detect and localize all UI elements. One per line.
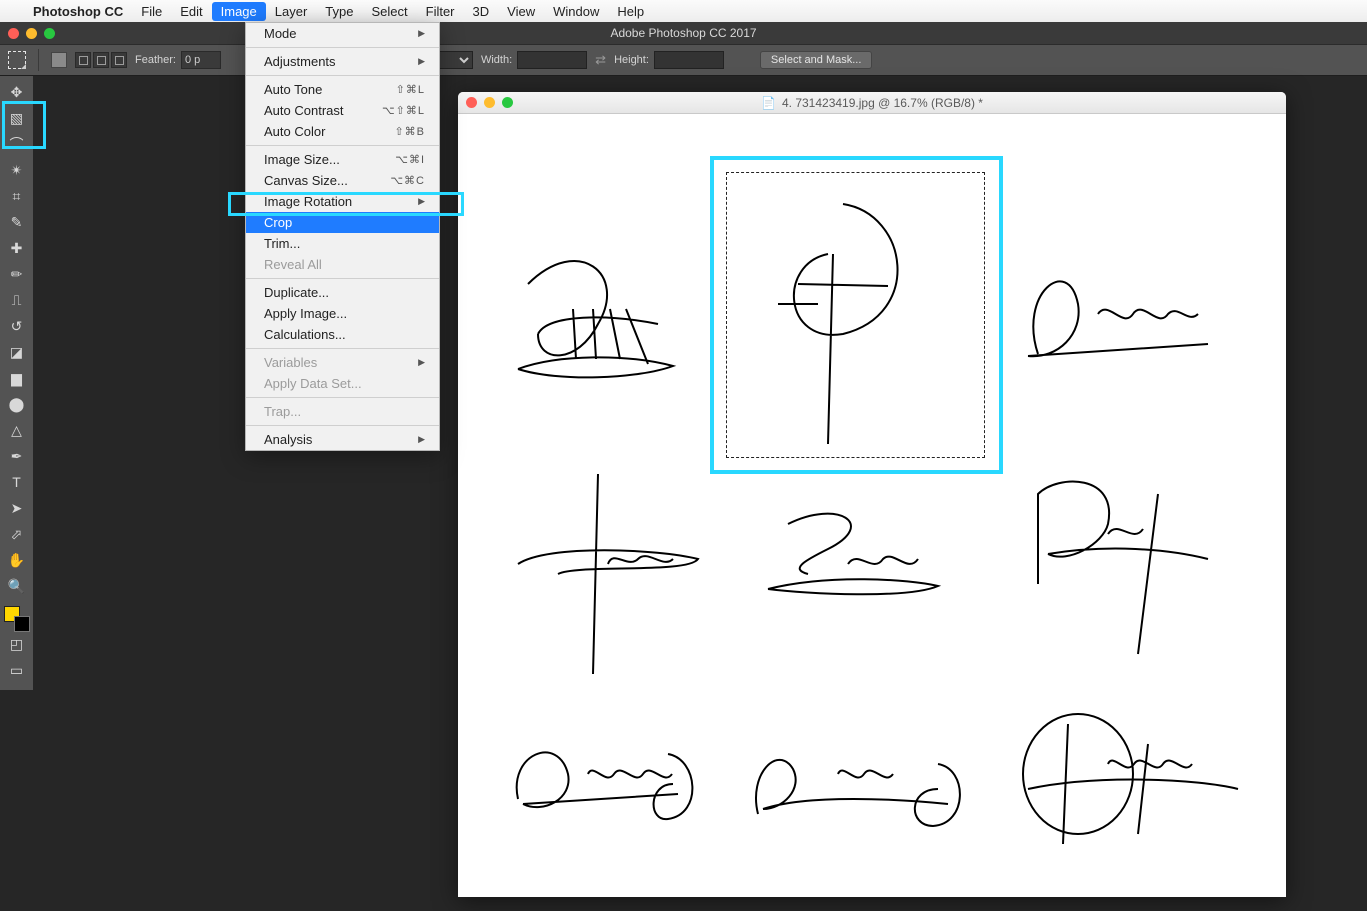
doc-close-icon[interactable]: [466, 97, 477, 108]
intersect-selection-icon[interactable]: [111, 52, 127, 68]
mac-menubar: Photoshop CC File Edit Image Layer Type …: [0, 0, 1367, 22]
type-tool-icon[interactable]: T: [4, 470, 30, 494]
doc-minimize-icon[interactable]: [484, 97, 495, 108]
menu-item-reveal-all: Reveal All: [246, 254, 439, 275]
menu-3d[interactable]: 3D: [464, 2, 499, 21]
canvas[interactable]: [458, 114, 1286, 897]
gradient-tool-icon[interactable]: ▆: [4, 366, 30, 390]
brush-tool-icon[interactable]: ✏: [4, 262, 30, 286]
path-selection-tool-icon[interactable]: ➤: [4, 496, 30, 520]
pen-tool-icon[interactable]: ✒: [4, 444, 30, 468]
dodge-tool-icon[interactable]: △: [4, 418, 30, 442]
feather-input[interactable]: [181, 51, 221, 69]
menu-item-calculations[interactable]: Calculations...: [246, 324, 439, 345]
menu-item-trap: Trap...: [246, 401, 439, 422]
document-file-icon: 📄: [761, 96, 776, 110]
clone-stamp-tool-icon[interactable]: ⎍: [4, 288, 30, 312]
menu-item-canvas-size[interactable]: Canvas Size...⌥⌘C: [246, 170, 439, 191]
color-swatches[interactable]: [4, 606, 30, 632]
menu-item-auto-tone[interactable]: Auto Tone⇧⌘L: [246, 79, 439, 100]
history-brush-tool-icon[interactable]: ↺: [4, 314, 30, 338]
eyedropper-tool-icon[interactable]: ✎: [4, 210, 30, 234]
blur-tool-icon[interactable]: ⬤: [4, 392, 30, 416]
maximize-window-icon[interactable]: [44, 28, 55, 39]
hand-tool-icon[interactable]: ✋: [4, 548, 30, 572]
close-window-icon[interactable]: [8, 28, 19, 39]
signature-6: [1008, 464, 1228, 664]
feather-label: Feather:: [135, 54, 176, 66]
menu-item-image-size[interactable]: Image Size...⌥⌘I: [246, 149, 439, 170]
menu-item-analysis[interactable]: Analysis: [246, 429, 439, 450]
menu-view[interactable]: View: [498, 2, 544, 21]
tool-palette: ✥▧⌒✴⌗✎✚✏⎍↺◪▆⬤△✒T➤⬀✋🔍 ◰ ▭: [0, 76, 33, 690]
eraser-tool-icon[interactable]: ◪: [4, 340, 30, 364]
magic-wand-tool-icon[interactable]: ✴: [4, 158, 30, 182]
signature-9: [998, 694, 1248, 854]
healing-brush-tool-icon[interactable]: ✚: [4, 236, 30, 260]
menu-item-duplicate[interactable]: Duplicate...: [246, 282, 439, 303]
menu-item-auto-color[interactable]: Auto Color⇧⌘B: [246, 121, 439, 142]
menu-window[interactable]: Window: [544, 2, 608, 21]
document-window: 📄 4. 731423419.jpg @ 16.7% (RGB/8) *: [458, 92, 1286, 897]
height-label: Height:: [614, 54, 649, 66]
menu-help[interactable]: Help: [608, 2, 653, 21]
menu-file[interactable]: File: [132, 2, 171, 21]
signature-4: [498, 464, 708, 684]
menu-item-variables: Variables: [246, 352, 439, 373]
document-titlebar[interactable]: 📄 4. 731423419.jpg @ 16.7% (RGB/8) *: [458, 92, 1286, 114]
add-to-selection-icon[interactable]: [75, 52, 91, 68]
separator: [38, 49, 39, 71]
menu-edit[interactable]: Edit: [171, 2, 211, 21]
zoom-tool-icon[interactable]: 🔍: [4, 574, 30, 598]
signature-7: [498, 714, 708, 844]
active-tool-preset-icon[interactable]: [8, 51, 26, 69]
signature-3: [1008, 244, 1238, 384]
selection-mode-icons: [75, 52, 127, 68]
signature-5: [748, 494, 948, 614]
menu-item-mode[interactable]: Mode: [246, 23, 439, 44]
menu-type[interactable]: Type: [316, 2, 362, 21]
app-titlebar: Adobe Photoshop CC 2017: [0, 22, 1367, 44]
doc-maximize-icon[interactable]: [502, 97, 513, 108]
crop-tool-icon[interactable]: ⌗: [4, 184, 30, 208]
options-bar: Feather: Width: ⇄ Height: Select and Mas…: [0, 44, 1367, 76]
move-tool-icon[interactable]: ✥: [4, 80, 30, 104]
lasso-tool-icon[interactable]: ⌒: [4, 132, 30, 156]
window-controls: [8, 28, 55, 39]
menu-layer[interactable]: Layer: [266, 2, 317, 21]
height-input[interactable]: [654, 51, 724, 69]
menu-item-crop[interactable]: Crop: [246, 212, 439, 233]
new-selection-icon[interactable]: [51, 52, 67, 68]
document-title: 4. 731423419.jpg @ 16.7% (RGB/8) *: [782, 96, 983, 110]
minimize-window-icon[interactable]: [26, 28, 37, 39]
marquee-tool-icon[interactable]: ▧: [4, 106, 30, 130]
background-color-swatch[interactable]: [14, 616, 30, 632]
quick-mask-icon[interactable]: ◰: [4, 632, 30, 656]
menu-image[interactable]: Image: [212, 2, 266, 21]
menu-item-apply-image[interactable]: Apply Image...: [246, 303, 439, 324]
menu-filter[interactable]: Filter: [417, 2, 464, 21]
image-menu-dropdown: Mode Adjustments Auto Tone⇧⌘LAuto Contrast…: [245, 22, 440, 451]
menu-item-trim[interactable]: Trim...: [246, 233, 439, 254]
swap-dimensions-icon[interactable]: ⇄: [595, 52, 606, 68]
width-label: Width:: [481, 54, 512, 66]
signature-2: [748, 194, 938, 454]
menu-item-apply-data-set: Apply Data Set...: [246, 373, 439, 394]
width-input[interactable]: [517, 51, 587, 69]
menu-item-auto-contrast[interactable]: Auto Contrast⌥⇧⌘L: [246, 100, 439, 121]
signature-1: [498, 254, 688, 394]
subtract-from-selection-icon[interactable]: [93, 52, 109, 68]
app-title: Adobe Photoshop CC 2017: [610, 26, 756, 40]
menu-select[interactable]: Select: [362, 2, 416, 21]
menu-item-image-rotation[interactable]: Image Rotation: [246, 191, 439, 212]
direct-selection-tool-icon[interactable]: ⬀: [4, 522, 30, 546]
signature-8: [738, 714, 968, 844]
menu-item-adjustments[interactable]: Adjustments: [246, 51, 439, 72]
screen-mode-icon[interactable]: ▭: [4, 658, 30, 682]
menubar-app-name[interactable]: Photoshop CC: [24, 2, 132, 21]
select-and-mask-button[interactable]: Select and Mask...: [760, 51, 873, 69]
